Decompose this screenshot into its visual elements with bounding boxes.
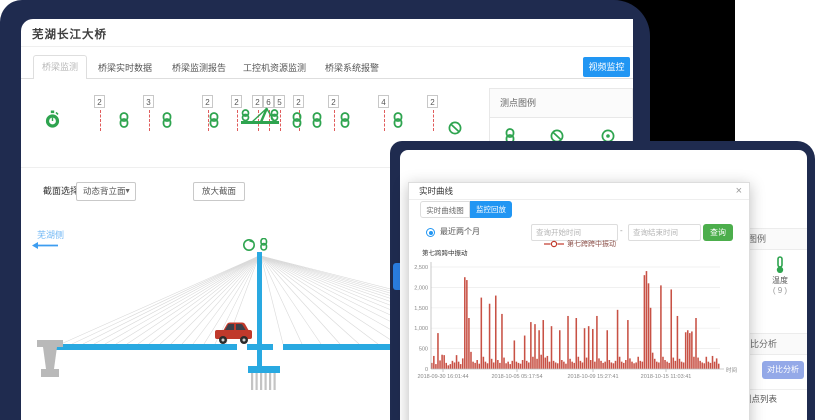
tab-realtime-curve[interactable]: 实时曲线图	[420, 201, 470, 218]
enlarge-section-button[interactable]: 放大截面	[193, 182, 245, 201]
svg-text:2,000: 2,000	[414, 285, 428, 291]
sensor-count-badge: 2	[94, 95, 105, 108]
sensor-drop-line	[100, 110, 101, 131]
svg-text:1,500: 1,500	[414, 306, 428, 312]
range-separator: -	[620, 226, 623, 235]
sensor-drop-line	[334, 110, 335, 131]
sensor-drop-line	[149, 110, 150, 131]
sensor-count-badge: 4	[378, 95, 389, 108]
svg-text:500: 500	[419, 347, 428, 353]
bridge-tower	[257, 252, 262, 368]
sensor-chain-icon[interactable]	[311, 112, 323, 133]
svg-text:时间: 时间	[726, 366, 737, 374]
tab-system-alarm[interactable]: 桥梁系统报警	[325, 61, 379, 74]
stopwatch-icon[interactable]	[44, 110, 61, 129]
page-title: 芜湖长江大桥	[32, 26, 107, 42]
svg-text:0: 0	[425, 367, 428, 373]
vibration-chart: 0 500 1,000 1,500 2,000 2,500 2018-09-30 16:01…	[409, 255, 751, 405]
sensor-count-badge: 2	[293, 95, 304, 108]
tower-top-sensor-icons[interactable]	[244, 239, 267, 251]
bridge-sensor-cluster-icon[interactable]	[240, 106, 280, 128]
svg-text:2018-09-30 16:01:44: 2018-09-30 16:01:44	[417, 374, 468, 380]
screenshot-stage: 芜湖长江大桥 桥梁监测 桥梁实时数据 桥梁监测报告 工控机资源监测 桥梁系统报警…	[0, 0, 815, 420]
legend-marker-icon	[544, 240, 564, 248]
realtime-curve-dialog: 实时曲线 × 实时曲线图 监控回放 最近两个月 - 查询 第七跨跨中振动 第七跨…	[408, 182, 750, 420]
sensor-chain-icon[interactable]	[208, 112, 220, 133]
sensor-chain-icon[interactable]	[161, 112, 173, 133]
section-select-dropdown[interactable]: 动态背立面 ▼	[76, 182, 136, 201]
sensor-count-badge: 2	[202, 95, 213, 108]
legend-panel-title: 测点图例	[490, 89, 632, 118]
car-illustration	[215, 323, 252, 345]
tab-realtime-data[interactable]: 桥梁实时数据	[98, 61, 152, 74]
video-monitor-button[interactable]: 视频监控	[583, 57, 630, 77]
tab-label: 桥梁监测	[42, 62, 78, 72]
svg-text:1,000: 1,000	[414, 326, 428, 332]
sensor-drop-line	[280, 110, 281, 131]
sensor-chain-icon[interactable]	[392, 112, 404, 133]
sensor-drop-line	[237, 110, 238, 131]
pile-cap	[248, 366, 280, 373]
radio-label: 最近两个月	[440, 226, 480, 237]
title-divider	[21, 46, 633, 47]
tab-bridge-monitor[interactable]: 桥梁监测	[33, 55, 87, 79]
compare-analysis-button[interactable]: 对比分析	[762, 361, 804, 379]
last-two-months-radio[interactable]	[426, 228, 435, 237]
sensor-drop-line	[433, 110, 434, 131]
sensor-drop-line	[384, 110, 385, 131]
svg-text:2,500: 2,500	[414, 265, 428, 271]
sensor-count-badge: 2	[328, 95, 339, 108]
panel-toggle-handle[interactable]	[393, 263, 400, 290]
tab-ipc-resource[interactable]: 工控机资源监测	[243, 61, 306, 74]
legend-series-name: 第七跨跨中振动	[567, 239, 616, 249]
tab-monitor-report[interactable]: 桥梁监测报告	[172, 61, 226, 74]
sensor-chain-icon[interactable]	[291, 112, 303, 133]
chevron-down-icon: ▼	[118, 183, 131, 200]
tab-monitor-playback[interactable]: 监控回放	[470, 201, 512, 218]
dialog-header	[409, 183, 749, 200]
close-icon[interactable]: ×	[736, 183, 742, 199]
sensor-chain-icon[interactable]	[339, 112, 351, 133]
sensor-chain-icon[interactable]	[118, 112, 130, 133]
ban-icon[interactable]	[448, 121, 462, 135]
svg-text:2018-10-15 11:03:41: 2018-10-15 11:03:41	[641, 374, 692, 380]
dialog-title: 实时曲线	[419, 183, 453, 199]
temperature-label: 温度	[760, 275, 800, 286]
sensor-count-badge: 3	[143, 95, 154, 108]
thermometer-icon[interactable]	[774, 256, 786, 274]
svg-text:2018-10-09 15:27:41: 2018-10-09 15:27:41	[567, 374, 618, 380]
pile-group	[251, 373, 276, 390]
pier-cap	[37, 340, 63, 347]
tabbar-underline	[21, 78, 633, 79]
sensor-count-badge: 2	[427, 95, 438, 108]
svg-text:2018-10-05 05:17:54: 2018-10-05 05:17:54	[491, 374, 542, 380]
temperature-count: ( 9 )	[760, 286, 800, 295]
